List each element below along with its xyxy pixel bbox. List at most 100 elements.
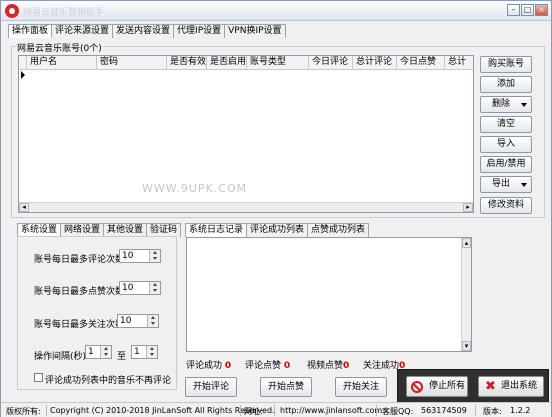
tab-control-panel[interactable]: 操作面板 xyxy=(8,24,53,38)
exit-system-label: 退出系统 xyxy=(501,381,538,391)
log-vertical-scrollbar[interactable]: ▴ ▾ xyxy=(461,238,471,351)
delete-button[interactable]: 删除 xyxy=(480,96,532,113)
skip-commented-checkbox[interactable] xyxy=(34,373,43,382)
follow-success-label: 关注成功 xyxy=(363,361,400,371)
stop-all-button[interactable]: 停止所有 xyxy=(406,376,468,397)
divider xyxy=(274,405,275,416)
col-enabled[interactable]: 是否启用 xyxy=(207,56,247,70)
system-log-list[interactable]: ▴ ▾ xyxy=(186,237,472,352)
interval-label: 操作间隔(秒) xyxy=(34,352,87,362)
accounts-group-label: 网易云音乐账号(0个) xyxy=(16,41,103,54)
stepper-arrows-icon[interactable] xyxy=(147,315,158,327)
website-link[interactable]: http://www.jinlansoft.com xyxy=(280,406,382,415)
app-window: 网易云音乐营销助手 – □ × 操作面板 评论来源设置 发送内容设置 代理IP设… xyxy=(0,0,552,417)
divider xyxy=(240,405,241,416)
close-button[interactable]: × xyxy=(535,4,548,16)
accounts-table[interactable]: 用户名 密码 是否有效 是否启用 账号类型 今日评论 总计评论 今日点赞 总计 … xyxy=(18,55,474,213)
window-title: 网易云音乐营销助手 xyxy=(23,8,105,18)
interval-to-stepper[interactable]: 1 xyxy=(131,345,158,359)
interval-to-value: 1 xyxy=(134,347,140,357)
copyright-label: 版权所有: xyxy=(6,407,41,416)
accounts-table-header: 用户名 密码 是否有效 是否启用 账号类型 今日评论 总计评论 今日点赞 总计 xyxy=(19,56,473,70)
stepper-arrows-icon[interactable] xyxy=(149,250,160,262)
daily-comments-label: 账号每日最多评论次数 xyxy=(34,255,125,265)
start-comment-button[interactable]: 开始评论 xyxy=(185,377,237,397)
chevron-down-icon xyxy=(521,103,527,107)
col-total-likes[interactable]: 总计 xyxy=(445,56,473,70)
daily-likes-stepper[interactable]: 10 xyxy=(119,281,161,295)
divider xyxy=(376,405,377,416)
divider xyxy=(46,405,47,416)
maximize-button[interactable]: □ xyxy=(521,4,534,16)
tab-network-settings[interactable]: 网络设置 xyxy=(60,223,105,237)
tab-captcha[interactable]: 验证码 xyxy=(146,223,182,237)
buy-account-button[interactable]: 购买账号 xyxy=(480,56,532,73)
stop-icon xyxy=(411,381,423,393)
stepper-arrows-icon[interactable] xyxy=(149,282,160,294)
tab-comment-source[interactable]: 评论来源设置 xyxy=(51,24,114,38)
start-like-button[interactable]: 开始点赞 xyxy=(260,377,312,397)
tab-system-log[interactable]: 系统日志记录 xyxy=(185,223,248,237)
daily-comments-value: 10 xyxy=(122,251,134,261)
tab-send-content[interactable]: 发送内容设置 xyxy=(112,24,175,38)
qq-number: 563174509 xyxy=(421,406,467,415)
daily-follows-value: 10 xyxy=(120,316,132,326)
tab-system-settings[interactable]: 系统设置 xyxy=(17,223,62,237)
comment-success-label: 评论成功 xyxy=(186,361,223,371)
version-number: 1.2.2 xyxy=(510,406,531,415)
interval-from-stepper[interactable]: 1 xyxy=(85,345,112,359)
stop-all-label: 停止所有 xyxy=(429,381,466,391)
tab-comment-success[interactable]: 评论成功列表 xyxy=(246,223,309,237)
exit-system-button[interactable]: ✖ 退出系统 xyxy=(478,376,544,397)
comment-likes-label: 评论点赞 xyxy=(245,361,282,371)
version-label: 版本: xyxy=(483,407,502,416)
col-username[interactable]: 用户名 xyxy=(27,56,97,70)
scroll-down-icon[interactable]: ▾ xyxy=(462,341,471,351)
tab-proxy-ip[interactable]: 代理IP设置 xyxy=(173,24,226,38)
daily-likes-value: 10 xyxy=(122,283,134,293)
col-account-type[interactable]: 账号类型 xyxy=(247,56,309,70)
daily-comments-stepper[interactable]: 10 xyxy=(119,249,161,263)
comment-likes-stat: 评论点赞 0 xyxy=(245,358,290,371)
edit-profile-button[interactable]: 修改资料 xyxy=(480,197,532,214)
tab-like-success[interactable]: 点赞成功列表 xyxy=(307,223,370,237)
video-likes-label: 视频点赞 xyxy=(307,361,344,371)
comment-likes-count: 0 xyxy=(283,361,291,371)
enable-disable-button[interactable]: 启用/禁用 xyxy=(480,156,532,173)
divider xyxy=(475,405,476,416)
clear-button[interactable]: 清空 xyxy=(480,116,532,133)
col-today-comments[interactable]: 今日评论 xyxy=(309,56,353,70)
title-bar: 网易云音乐营销助手 – □ × xyxy=(1,1,551,21)
export-button[interactable]: 导出 xyxy=(480,176,532,193)
settings-tabs: 系统设置 网络设置 其他设置 验证码 xyxy=(17,223,182,237)
status-bar: 版权所有: Copyright (C) 2010-2018 JinLanSoft… xyxy=(1,402,551,417)
col-password[interactable]: 密码 xyxy=(97,56,167,70)
daily-follows-label: 账号每日最多关注次数 xyxy=(34,320,125,330)
scroll-right-icon[interactable]: ▸ xyxy=(463,203,473,212)
close-icon: ✖ xyxy=(485,379,496,394)
daily-follows-stepper[interactable]: 10 xyxy=(117,314,159,328)
tab-vpn-ip[interactable]: VPN换IP设置 xyxy=(224,24,286,38)
tab-other-settings[interactable]: 其他设置 xyxy=(103,223,148,237)
log-tabs: 系统日志记录 评论成功列表 点赞成功列表 xyxy=(185,223,370,237)
add-button[interactable]: 添加 xyxy=(480,76,532,93)
start-follow-button[interactable]: 开始关注 xyxy=(335,377,387,397)
stepper-arrows-icon[interactable] xyxy=(100,346,111,358)
export-button-label: 导出 xyxy=(491,179,510,189)
col-today-likes[interactable]: 今日点赞 xyxy=(397,56,445,70)
col-valid[interactable]: 是否有效 xyxy=(167,56,207,70)
comment-success-count: 0 xyxy=(224,361,232,371)
main-tabs: 操作面板 评论来源设置 发送内容设置 代理IP设置 VPN换IP设置 xyxy=(8,24,286,38)
col-total-comments[interactable]: 总计评论 xyxy=(353,56,397,70)
qq-label: 客服QQ: xyxy=(382,407,414,416)
video-likes-count: 0 xyxy=(343,361,350,371)
action-overlay: 停止所有 ✖ 退出系统 xyxy=(397,369,549,404)
table-horizontal-scrollbar[interactable]: ◂ ▸ xyxy=(19,202,473,212)
scroll-up-icon[interactable]: ▴ xyxy=(462,238,471,248)
interval-to-label: 至 xyxy=(117,352,127,362)
minimize-button[interactable]: – xyxy=(507,4,520,16)
scroll-left-icon[interactable]: ◂ xyxy=(19,203,29,212)
current-row-arrow-icon xyxy=(19,70,27,80)
import-button[interactable]: 导入 xyxy=(480,136,532,153)
stepper-arrows-icon[interactable] xyxy=(146,346,157,358)
